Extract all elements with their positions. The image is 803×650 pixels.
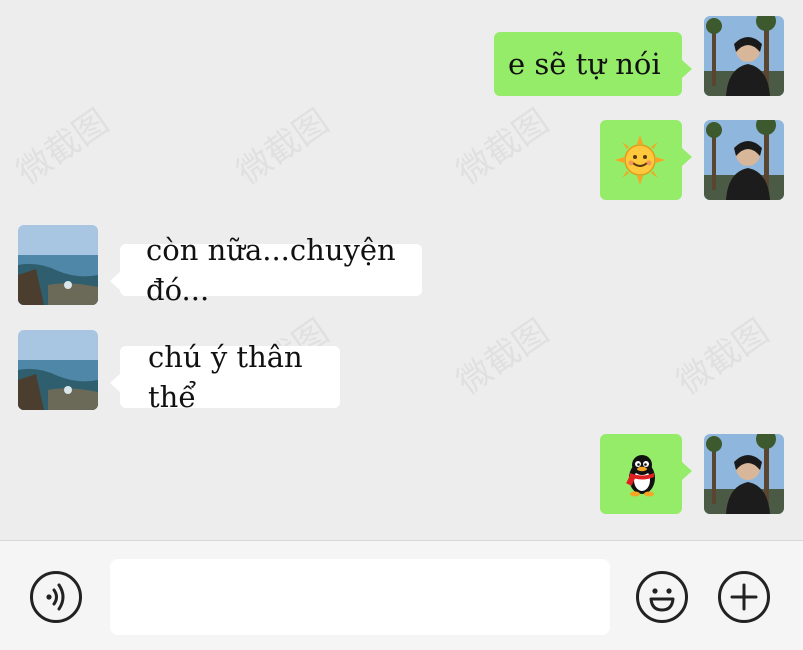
message-bubble-outgoing[interactable] xyxy=(600,120,692,200)
emoji-icon xyxy=(639,574,685,620)
qq-penguin-emoji-icon xyxy=(618,450,666,498)
message-bubble-outgoing[interactable] xyxy=(600,434,692,514)
voice-button[interactable] xyxy=(30,571,82,623)
avatar-contact[interactable] xyxy=(18,225,98,305)
avatar-self[interactable] xyxy=(704,120,784,200)
watermark: 微截图 xyxy=(449,101,557,194)
watermark: 微截图 xyxy=(229,101,337,194)
more-button[interactable] xyxy=(718,571,770,623)
message-bubble-outgoing[interactable]: e sẽ tự nói xyxy=(494,32,692,96)
message-text: chú ý thân thể xyxy=(148,340,303,414)
message-bubble-incoming[interactable]: chú ý thân thể xyxy=(110,340,340,414)
watermark: 微截图 xyxy=(449,311,557,404)
avatar-contact[interactable] xyxy=(18,330,98,410)
watermark: 微截图 xyxy=(9,101,117,194)
plus-icon xyxy=(721,574,767,620)
avatar-self[interactable] xyxy=(704,16,784,96)
watermark: 微截图 xyxy=(669,311,777,404)
message-input[interactable] xyxy=(110,559,610,635)
input-bar xyxy=(0,540,803,650)
sun-emoji-icon xyxy=(614,134,666,186)
message-text: còn nữa...chuyện đó... xyxy=(146,233,396,307)
avatar-self[interactable] xyxy=(704,434,784,514)
emoji-button[interactable] xyxy=(636,571,688,623)
message-text: e sẽ tự nói xyxy=(508,47,661,81)
chat-area: 微截图 微截图 微截图 微截图 微截图 微截图 e sẽ tự nói xyxy=(0,0,803,540)
voice-icon xyxy=(33,574,79,620)
message-bubble-incoming[interactable]: còn nữa...chuyện đó... xyxy=(110,233,422,307)
